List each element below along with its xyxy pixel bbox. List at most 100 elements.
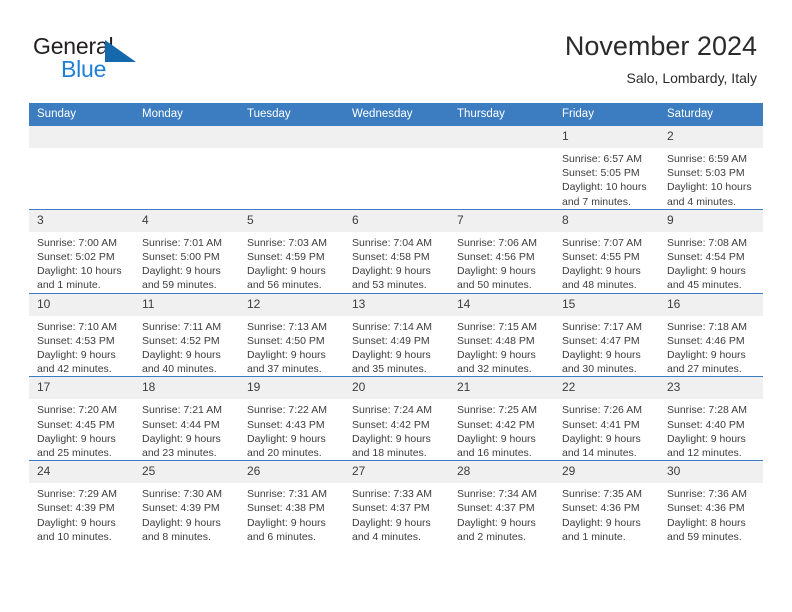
daylight-text-cont: and 20 minutes. (247, 447, 322, 460)
day-number (134, 126, 239, 148)
calendar-day-cell[interactable]: 3 Sunrise: 7:00 AM Sunset: 5:02 PM Daylight… (29, 208, 134, 294)
calendar-day-cell[interactable]: 4 Sunrise: 7:01 AM Sunset: 5:00 PM Daylight… (134, 208, 239, 294)
calendar-day-cell[interactable]: 22 Sunrise: 7:26 AM Sunset: 4:41 PM Dayligh… (554, 376, 659, 461)
day-details: Sunrise: 7:13 AM Sunset: 4:50 PM Daylight:… (239, 316, 344, 377)
daylight-text-cont: and 12 minutes. (667, 447, 742, 460)
day-number: 10 (29, 293, 134, 316)
sunset-text: Sunset: 4:37 PM (352, 502, 430, 515)
calendar-day-cell[interactable]: 19 Sunrise: 7:22 AM Sunset: 4:43 PM Dayligh… (239, 376, 344, 461)
calendar-week-row: 1 Sunrise: 6:57 AM Sunset: 5:05 PM Daylight… (29, 125, 763, 210)
triangle-logo-icon (105, 40, 136, 62)
calendar-day-cell[interactable]: 1 Sunrise: 6:57 AM Sunset: 5:05 PM Daylight… (554, 125, 659, 210)
day-number: 22 (554, 377, 659, 400)
sunset-text: Sunset: 4:38 PM (247, 502, 325, 515)
calendar-day-cell[interactable]: 16 Sunrise: 7:18 AM Sunset: 4:46 PM Dayligh… (659, 292, 763, 377)
sunset-text: Sunset: 4:55 PM (562, 251, 640, 264)
day-number (449, 126, 554, 148)
sunset-text: Sunset: 4:39 PM (37, 502, 115, 515)
day-details: Sunrise: 6:57 AM Sunset: 5:05 PM Daylight:… (554, 148, 659, 209)
sunrise-text: Sunrise: 7:17 AM (562, 320, 642, 333)
calendar-day-cell[interactable]: 29 Sunrise: 7:35 AM Sunset: 4:36 PM Dayligh… (554, 460, 659, 545)
sunset-text: Sunset: 4:48 PM (457, 334, 535, 347)
calendar-day-cell[interactable]: 8 Sunrise: 7:07 AM Sunset: 4:55 PM Daylight… (554, 208, 659, 294)
sunrise-text: Sunrise: 7:34 AM (457, 488, 537, 501)
daylight-text: Daylight: 10 hours (37, 265, 122, 278)
sunrise-text: Sunrise: 7:29 AM (37, 488, 117, 501)
calendar-day-cell[interactable]: 27 Sunrise: 7:33 AM Sunset: 4:37 PM Dayligh… (344, 460, 449, 545)
calendar-day-cell[interactable]: 9 Sunrise: 7:08 AM Sunset: 4:54 PM Daylight… (659, 208, 763, 294)
daylight-text-cont: and 25 minutes. (37, 447, 112, 460)
calendar-day-cell[interactable]: 10 Sunrise: 7:10 AM Sunset: 4:53 PM Dayligh… (29, 292, 134, 377)
calendar-day-cell[interactable]: 24 Sunrise: 7:29 AM Sunset: 4:39 PM Dayligh… (29, 460, 134, 545)
calendar-day-cell[interactable]: 7 Sunrise: 7:06 AM Sunset: 4:56 PM Daylight… (449, 208, 554, 294)
daylight-text-cont: and 10 minutes. (37, 530, 112, 543)
sunset-text: Sunset: 4:44 PM (142, 418, 220, 431)
daylight-text: Daylight: 9 hours (142, 349, 221, 362)
calendar-day-cell[interactable]: 26 Sunrise: 7:31 AM Sunset: 4:38 PM Dayligh… (239, 460, 344, 545)
daylight-text-cont: and 1 minute. (562, 530, 626, 543)
sunrise-text: Sunrise: 7:31 AM (247, 488, 327, 501)
calendar-day-cell[interactable]: 23 Sunrise: 7:28 AM Sunset: 4:40 PM Dayligh… (659, 376, 763, 461)
day-number: 8 (554, 209, 659, 232)
calendar-day-cell[interactable]: 11 Sunrise: 7:11 AM Sunset: 4:52 PM Dayligh… (134, 292, 239, 377)
day-number: 14 (449, 293, 554, 316)
sunset-text: Sunset: 4:39 PM (142, 502, 220, 515)
calendar-day-cell[interactable]: 13 Sunrise: 7:14 AM Sunset: 4:49 PM Dayligh… (344, 292, 449, 377)
day-details: Sunrise: 7:01 AM Sunset: 5:00 PM Daylight:… (134, 232, 239, 293)
daylight-text: Daylight: 9 hours (667, 265, 746, 278)
day-details: Sunrise: 7:06 AM Sunset: 4:56 PM Daylight:… (449, 232, 554, 293)
calendar-day-cell[interactable]: 15 Sunrise: 7:17 AM Sunset: 4:47 PM Dayligh… (554, 292, 659, 377)
weekday-header-wednesday: Wednesday (344, 103, 449, 126)
daylight-text-cont: and 2 minutes. (457, 530, 526, 543)
day-details: Sunrise: 7:07 AM Sunset: 4:55 PM Daylight:… (554, 232, 659, 293)
daylight-text: Daylight: 9 hours (562, 432, 641, 445)
day-details: Sunrise: 7:18 AM Sunset: 4:46 PM Daylight:… (659, 316, 763, 377)
weekday-header-saturday: Saturday (659, 103, 763, 126)
day-details: Sunrise: 7:29 AM Sunset: 4:39 PM Daylight:… (29, 483, 134, 544)
day-number: 26 (239, 461, 344, 484)
day-details: Sunrise: 7:31 AM Sunset: 4:38 PM Daylight:… (239, 483, 344, 544)
daylight-text-cont: and 53 minutes. (352, 279, 427, 292)
calendar-day-cell[interactable]: 5 Sunrise: 7:03 AM Sunset: 4:59 PM Daylight… (239, 208, 344, 294)
daylight-text: Daylight: 10 hours (562, 181, 647, 194)
calendar-day-cell[interactable]: 17 Sunrise: 7:20 AM Sunset: 4:45 PM Dayligh… (29, 376, 134, 461)
daylight-text: Daylight: 9 hours (457, 349, 536, 362)
general-blue-logo[interactable]: General Blue (33, 33, 213, 83)
calendar-day-cell[interactable]: 18 Sunrise: 7:21 AM Sunset: 4:44 PM Dayligh… (134, 376, 239, 461)
calendar-day-cell[interactable]: 2 Sunrise: 6:59 AM Sunset: 5:03 PM Daylight… (659, 125, 763, 210)
calendar-day-cell[interactable]: 30 Sunrise: 7:36 AM Sunset: 4:36 PM Dayligh… (659, 460, 763, 545)
daylight-text-cont: and 59 minutes. (142, 279, 217, 292)
weekday-header-tuesday: Tuesday (239, 103, 344, 126)
day-number: 12 (239, 293, 344, 316)
page-subtitle: Salo, Lombardy, Italy (626, 70, 757, 86)
calendar-day-cell[interactable]: 14 Sunrise: 7:15 AM Sunset: 4:48 PM Dayligh… (449, 292, 554, 377)
sunset-text: Sunset: 4:41 PM (562, 418, 640, 431)
sunset-text: Sunset: 4:36 PM (667, 502, 745, 515)
sunrise-text: Sunrise: 7:26 AM (562, 404, 642, 417)
calendar-day-cell[interactable]: 20 Sunrise: 7:24 AM Sunset: 4:42 PM Dayligh… (344, 376, 449, 461)
daylight-text: Daylight: 9 hours (247, 432, 326, 445)
day-details: Sunrise: 7:00 AM Sunset: 5:02 PM Daylight:… (29, 232, 134, 293)
calendar-day-cell[interactable]: 25 Sunrise: 7:30 AM Sunset: 4:39 PM Dayligh… (134, 460, 239, 545)
sunset-text: Sunset: 4:50 PM (247, 334, 325, 347)
calendar-day-cell-empty (344, 125, 449, 210)
day-details: Sunrise: 7:33 AM Sunset: 4:37 PM Daylight:… (344, 483, 449, 544)
sunrise-text: Sunrise: 7:04 AM (352, 236, 432, 249)
calendar-day-cell-empty (134, 125, 239, 210)
daylight-text-cont: and 4 minutes. (667, 195, 736, 208)
sunrise-text: Sunrise: 7:22 AM (247, 404, 327, 417)
day-number (239, 126, 344, 148)
calendar-day-cell[interactable]: 21 Sunrise: 7:25 AM Sunset: 4:42 PM Dayligh… (449, 376, 554, 461)
daylight-text: Daylight: 9 hours (142, 265, 221, 278)
day-number: 6 (344, 209, 449, 232)
calendar-header-row: Sunday Monday Tuesday Wednesday Thursday… (29, 103, 763, 126)
sunrise-text: Sunrise: 6:57 AM (562, 153, 642, 165)
sunset-text: Sunset: 4:42 PM (352, 418, 430, 431)
day-number: 4 (134, 209, 239, 232)
daylight-text: Daylight: 9 hours (37, 516, 116, 529)
calendar-day-cell[interactable]: 6 Sunrise: 7:04 AM Sunset: 4:58 PM Daylight… (344, 208, 449, 294)
calendar-day-cell[interactable]: 12 Sunrise: 7:13 AM Sunset: 4:50 PM Dayligh… (239, 292, 344, 377)
day-details: Sunrise: 7:25 AM Sunset: 4:42 PM Daylight:… (449, 399, 554, 460)
day-details: Sunrise: 7:35 AM Sunset: 4:36 PM Daylight:… (554, 483, 659, 544)
calendar-day-cell[interactable]: 28 Sunrise: 7:34 AM Sunset: 4:37 PM Dayligh… (449, 460, 554, 545)
